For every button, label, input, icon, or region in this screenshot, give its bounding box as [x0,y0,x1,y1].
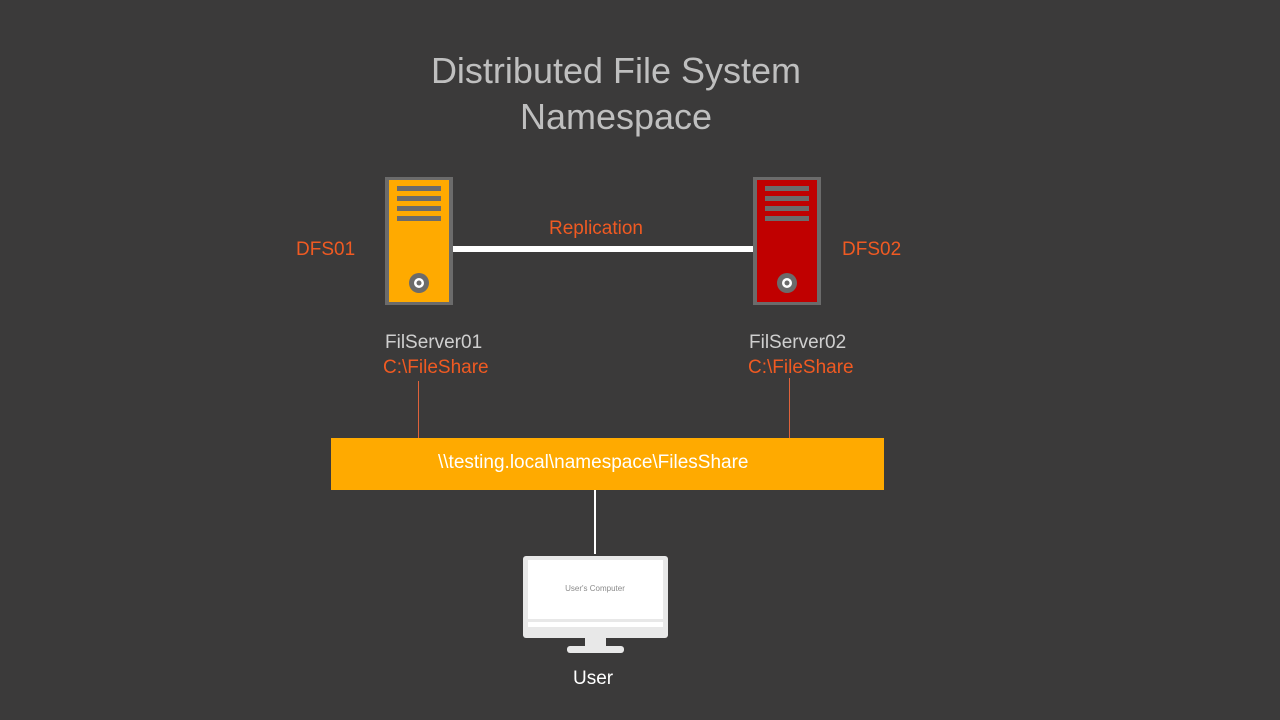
title-line-1: Distributed File System [430,50,802,91]
computer-screen-text: User's Computer [565,584,625,593]
dfs01-label: DFS01 [296,239,356,260]
monitor-icon [523,556,668,653]
server-02-name: FilServer02 [749,332,847,353]
server-01-path: C:\FileShare [383,357,489,378]
server-01-icon [385,177,453,305]
replication-label: Replication [549,218,643,239]
server-02-icon [753,177,821,305]
title-line-2: Namespace [519,96,713,137]
namespace-path: \\testing.local\namespace\FilesShare [438,452,749,473]
server-01-name: FilServer01 [385,332,483,353]
user-label: User [573,668,614,689]
replication-link [452,246,754,252]
server-01-connector [418,381,419,438]
diagram-canvas: Distributed File System Namespace Replic… [0,0,1280,720]
server-02-path: C:\FileShare [748,357,854,378]
namespace-bar: \\testing.local\namespace\FilesShare [331,438,884,490]
dfs02-label: DFS02 [842,239,902,260]
server-02-connector [789,378,790,438]
user-connector [594,490,596,554]
